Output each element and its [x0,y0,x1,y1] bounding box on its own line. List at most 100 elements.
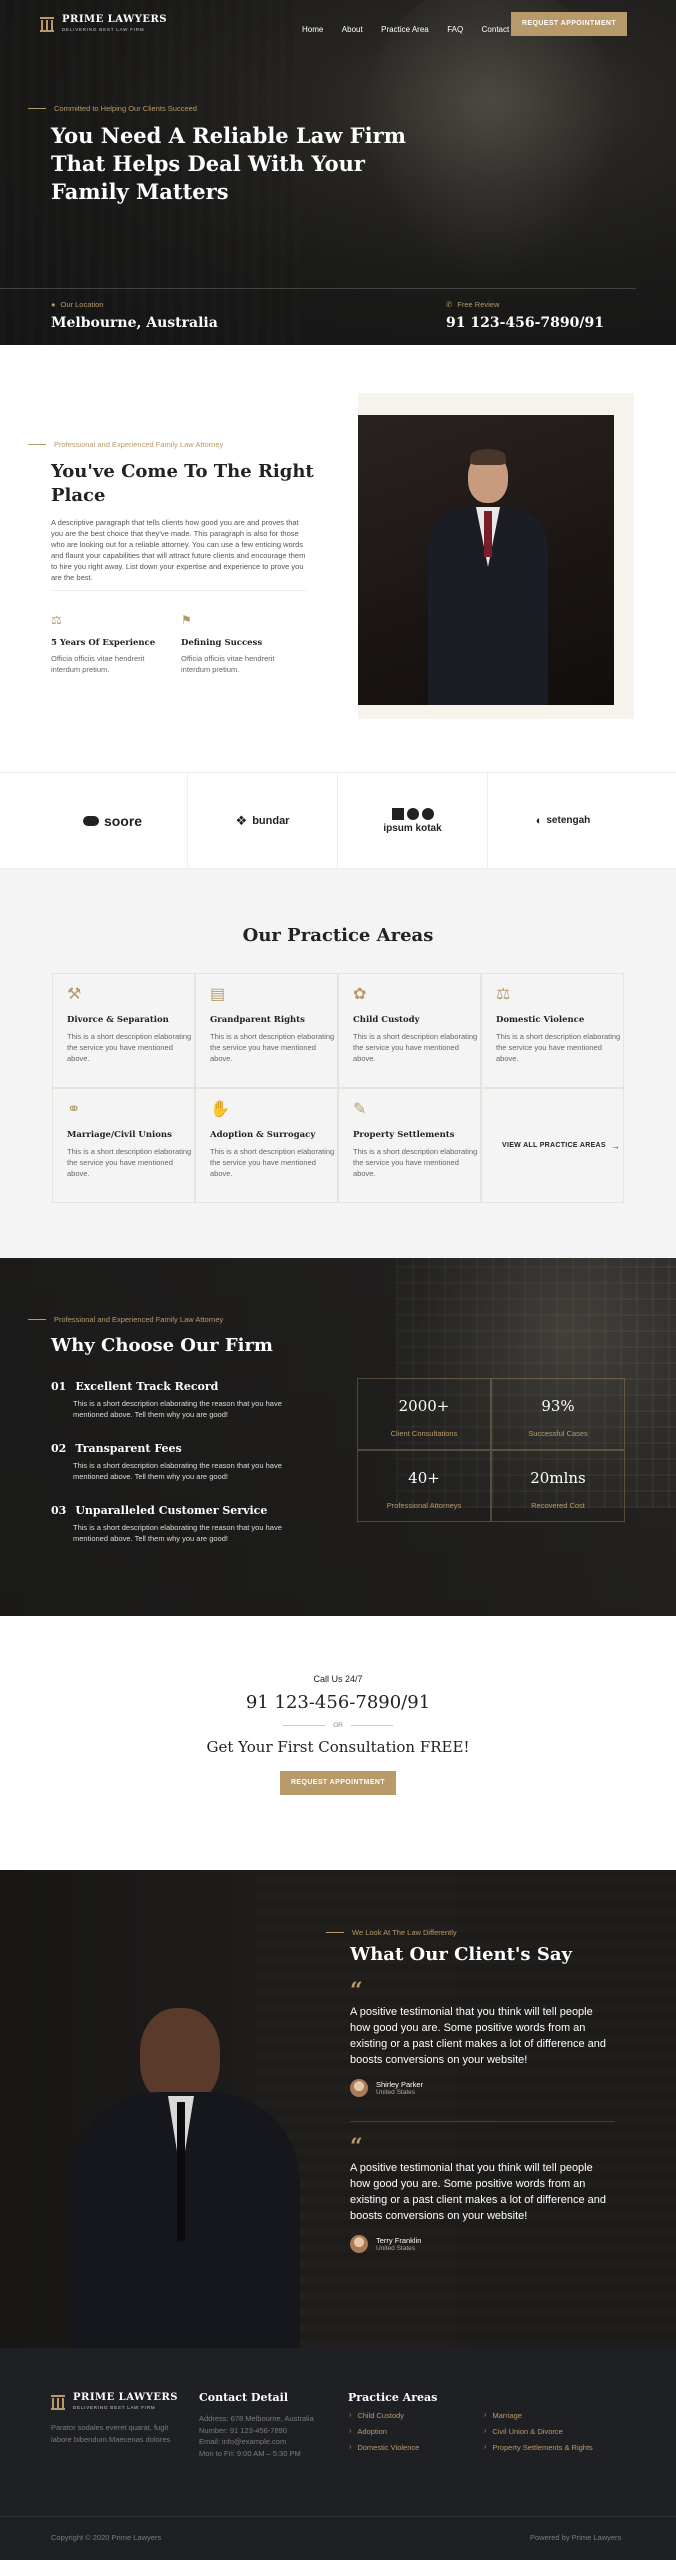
nav-about[interactable]: About [342,25,363,34]
footer-link[interactable]: › Domestic Violence [349,2440,419,2456]
quote-icon: “ [350,1978,363,2004]
why-item-1: 01 Excellent Track Record This is a shor… [51,1380,282,1419]
avatar [350,2235,368,2253]
chevron-right-icon: › [484,2444,487,2451]
about-title: You've Come To The Right Place [51,461,314,506]
chevron-right-icon: › [484,2428,487,2435]
hero-divider [0,288,636,289]
footer-about: Parator sodales everet quarat, fugit lab… [51,2423,171,2444]
main-nav: Home About Practice Area FAQ Contact [288,19,509,37]
testimonial-1: “ A positive testimonial that you think … [350,1978,615,2097]
setengah-mark-icon: ◐ [535,814,543,827]
request-appointment-button[interactable]: REQUEST APPOINTMENT [511,12,627,36]
copyright: Copyright © 2020 Prime Lawyers [51,2533,162,2542]
contract-icon: ✎ [353,1101,367,1118]
hero-location: ● Our Location Melbourne, Australia [51,300,218,331]
nav-practice-area[interactable]: Practice Area [381,25,429,34]
or-divider: OR [283,1722,393,1729]
call-label: Call Us 24/7 [313,1674,363,1684]
about-paragraph: A descriptive paragraph that tells clien… [51,518,306,582]
testimonials-title: What Our Client's Say [350,1944,572,1965]
avatar [350,2079,368,2097]
practice-card-domestic-violence[interactable]: ⚖ Domestic Violence This is a short desc… [481,973,624,1088]
consult-appointment-button[interactable]: REQUEST APPOINTMENT [280,1771,396,1795]
practice-title: Our Practice Areas [242,925,434,946]
arrow-right-icon: → [610,1140,620,1151]
why-eyebrow: Professional and Experienced Family Law … [28,1315,223,1324]
chevron-right-icon: › [484,2412,487,2419]
handshake-icon: ✋ [210,1101,230,1118]
chevron-right-icon: › [349,2444,352,2451]
footer-practice-col1: › Child Custody › Adoption › Domestic Viole… [349,2408,419,2456]
consult-heading: Get Your First Consultation FREE! [206,1738,470,1756]
location-pin-icon: ● [51,300,56,309]
call-phone[interactable]: 91 123-456-7890/91 [0,1692,676,1713]
footer-practice-col2: › Marriage › Civil Union & Divorce › Proper… [484,2408,593,2456]
why-item-2: 02 Transparent Fees This is a short desc… [51,1442,282,1481]
document-icon: ▤ [210,986,226,1003]
flag-icon: ⚑ [181,613,192,627]
bundar-mark-icon: ❖ [235,812,248,828]
scales-icon: ⚖ [496,986,511,1003]
rings-icon: ⚭ [67,1101,81,1118]
why-item-3: 03 Unparalleled Customer Service This is… [51,1504,282,1543]
chevron-right-icon: › [349,2428,352,2435]
footer-logo[interactable]: PRIME LAWYERS DELIVERING BEST LAW FIRM [51,2393,178,2410]
about-section: Professional and Experienced Family Law … [0,345,676,773]
why-section: Professional and Experienced Family Law … [0,1258,676,1616]
ipsum-kotak-mark-icon [391,807,434,820]
practice-card-adoption[interactable]: ✋ Adoption & Surrogacy This is a short d… [195,1088,338,1203]
feature-success: ⚑ Defining Success Officia officiis vita… [181,613,299,675]
lawyer-photo [358,415,614,705]
footer-practice: Practice Areas [348,2391,438,2404]
pillar-icon [51,2394,65,2410]
practice-card-property[interactable]: ✎ Property Settlements This is a short d… [338,1088,481,1203]
footer-link[interactable]: › Child Custody [349,2408,419,2424]
nav-contact[interactable]: Contact [482,25,510,34]
nav-home[interactable]: Home [302,25,323,34]
soore-mark-icon [82,815,99,826]
footer-link[interactable]: › Adoption [349,2424,419,2440]
about-eyebrow: Professional and Experienced Family Law … [28,440,223,449]
practice-card-custody[interactable]: ✿ Child Custody This is a short descript… [338,973,481,1088]
powered-by: Powered by Prime Lawyers [530,2533,622,2542]
logo-name: PRIME LAWYERS [62,14,167,25]
chevron-right-icon: › [349,2412,352,2419]
site-logo[interactable]: PRIME LAWYERS DELIVERING BEST LAW FIRM [40,15,167,32]
hero-phone: ✆ Free Review 91 123-456-7890/91 [446,300,604,331]
client-logo-ipsum-kotak: ipsum kotak [338,773,488,868]
feature-experience: ⚖ 5 Years Of Experience Officia officiis… [51,613,169,675]
stat-recovered-cost: 20mlns Recovered Cost [491,1450,625,1522]
footer-contact: Contact Detail Address: 678 Melbourne, A… [199,2391,314,2458]
pillar-icon [40,16,54,32]
gavel-icon: ⚒ [67,986,82,1003]
hero-phone-number[interactable]: 91 123-456-7890/91 [446,315,604,331]
client-logo-setengah: ◐ setengah [535,814,591,827]
stat-consultations: 2000+ Client Consultations [357,1378,491,1450]
client-logo-soore: soore [38,773,188,868]
testimonials-eyebrow: We Look At The Law Differently [326,1928,457,1937]
practice-section: Our Practice Areas ⚒ Divorce & Separatio… [0,869,676,1258]
footer-link[interactable]: › Marriage [484,2408,593,2424]
footer-link[interactable]: › Property Settlements & Rights [484,2440,593,2456]
hero-title: You Need A Reliable Law Firm That Helps … [51,123,406,204]
footer-link[interactable]: › Civil Union & Divorce [484,2424,593,2440]
call-section: Call Us 24/7 91 123-456-7890/91 OR Get Y… [0,1616,676,1870]
why-title: Why Choose Our Firm [51,1335,273,1356]
client-photo-head [140,2008,220,2104]
hero-eyebrow: Committed to Helping Our Clients Succeed [28,104,197,113]
footer-email[interactable]: Email: info@example.com [199,2436,314,2448]
site-footer: PRIME LAWYERS DELIVERING BEST LAW FIRM P… [0,2348,676,2560]
testimonial-2: “ A positive testimonial that you think … [350,2134,615,2253]
stat-successful-cases: 93% Successful Cases [491,1378,625,1450]
footprints-icon: ✿ [353,986,367,1003]
nav-faq[interactable]: FAQ [447,25,463,34]
practice-card-marriage[interactable]: ⚭ Marriage/Civil Unions This is a short … [52,1088,195,1203]
practice-card-divorce[interactable]: ⚒ Divorce & Separation This is a short d… [52,973,195,1088]
client-logo-bundar: ❖ bundar [188,773,338,868]
phone-icon: ✆ [446,300,453,309]
view-all-practice-link[interactable]: VIEW ALL PRACTICE AREAS → [481,1088,624,1203]
practice-card-grandparent[interactable]: ▤ Grandparent Rights This is a short des… [195,973,338,1088]
stat-attorneys: 40+ Professional Attorneys [357,1450,491,1522]
quote-icon: “ [350,2134,363,2160]
